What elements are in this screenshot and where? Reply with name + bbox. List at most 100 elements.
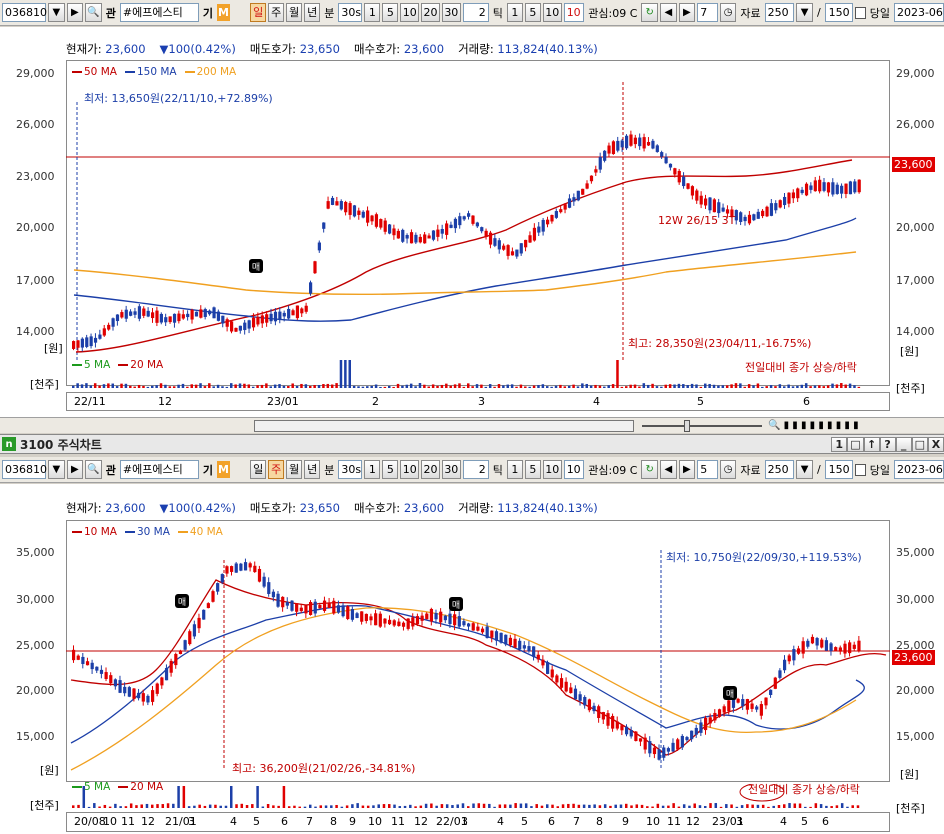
dropdown-arrow-icon[interactable]: ▼ <box>48 460 65 479</box>
date-input[interactable]: 2023-06 <box>893 460 944 479</box>
period-day-button[interactable]: 일 <box>250 460 267 479</box>
dropdown-arrow-icon[interactable]: ▼ <box>48 3 65 22</box>
window-btn-minimize[interactable]: _ <box>895 436 912 452</box>
dropdown-arrow-icon[interactable]: ▼ <box>796 460 813 479</box>
refresh-icon[interactable]: ↻ <box>641 460 658 479</box>
kwan-tab[interactable]: 관 <box>104 5 118 21</box>
min-10-button[interactable]: 10 <box>400 460 420 479</box>
date-input[interactable]: 2023-06 <box>893 3 944 22</box>
next-icon[interactable]: ▶ <box>678 460 696 479</box>
window-btn-restore[interactable]: □ <box>847 436 864 452</box>
tick-count-input[interactable]: 10 <box>563 460 585 479</box>
window-btn-maximize[interactable]: □ <box>911 436 928 452</box>
clock-icon[interactable]: ◷ <box>719 3 737 22</box>
stock-name-field[interactable]: #에프에스티 <box>119 3 199 22</box>
toolbar-top: 036810 ▼ ▶ 🔍 관 #에프에스티 기 M 일 주 월 년 분 30s … <box>0 0 944 26</box>
tick-10-button[interactable]: 10 <box>542 460 562 479</box>
period-week-button[interactable]: 주 <box>268 460 285 479</box>
total-input[interactable]: 150 <box>824 3 853 22</box>
search-icon[interactable]: 🔍 <box>85 460 102 479</box>
tick-10-button[interactable]: 10 <box>542 3 562 22</box>
tick-5-button[interactable]: 5 <box>524 3 541 22</box>
data-count-select[interactable]: 250 <box>764 460 795 479</box>
window-btn-help[interactable]: ? <box>879 436 896 452</box>
volume-bar <box>677 806 681 808</box>
volume-bar <box>462 386 466 388</box>
m-badge[interactable]: M <box>217 4 230 21</box>
volume-unit-right: [천주] <box>896 382 925 395</box>
count-input[interactable]: 7 <box>697 3 718 22</box>
volume-bar <box>588 804 591 808</box>
volume-bar <box>524 803 528 808</box>
candle <box>651 140 655 149</box>
window-title-bar[interactable]: n 3100 주식차트 1 □ ↑ ? _ □ X <box>0 434 944 454</box>
tick-input[interactable]: 2 <box>462 460 489 479</box>
volume-bar <box>431 384 435 388</box>
minute-input[interactable]: 30s <box>338 460 363 479</box>
volume-bar <box>620 386 624 388</box>
min-30-button[interactable]: 30 <box>441 460 461 479</box>
stock-name-field[interactable]: #에프에스티 <box>119 460 199 479</box>
volume-bar <box>293 805 296 808</box>
period-month-button[interactable]: 월 <box>286 460 303 479</box>
min-1-button[interactable]: 1 <box>364 3 381 22</box>
window-btn-1[interactable]: 1 <box>831 436 848 452</box>
play-icon[interactable]: ▶ <box>66 3 84 22</box>
zoom-icons[interactable]: 🔍 ▮ ▮ ▮ ▮ ▮ ▮ ▮ ▮ ▮ <box>768 420 859 431</box>
tick-input[interactable]: 2 <box>462 3 489 22</box>
volume-bar <box>550 386 553 388</box>
search-icon[interactable]: 🔍 <box>85 3 102 22</box>
period-year-button[interactable]: 년 <box>304 460 321 479</box>
kwan-tab[interactable]: 관 <box>104 462 118 478</box>
clock-icon[interactable]: ◷ <box>719 460 737 479</box>
volume-bar <box>98 806 101 808</box>
gi-tab[interactable]: 기 <box>201 462 215 478</box>
min-10-button[interactable]: 10 <box>400 3 420 22</box>
period-day-button[interactable]: 일 <box>250 3 267 22</box>
candle <box>536 654 540 660</box>
min-5-button[interactable]: 5 <box>382 460 399 479</box>
candle <box>467 213 471 217</box>
play-icon[interactable]: ▶ <box>66 460 84 479</box>
period-year-button[interactable]: 년 <box>304 3 321 22</box>
data-count-select[interactable]: 250 <box>764 3 795 22</box>
min-20-button[interactable]: 20 <box>421 460 440 479</box>
tick-1-button[interactable]: 1 <box>506 3 523 22</box>
candle <box>695 190 699 201</box>
next-icon[interactable]: ▶ <box>678 3 696 22</box>
current-price-label: 현재가: <box>66 42 102 56</box>
tick-1-button[interactable]: 1 <box>506 460 523 479</box>
volume-bar <box>778 384 782 388</box>
window-btn-close[interactable]: X <box>928 436 944 452</box>
period-month-button[interactable]: 월 <box>286 3 303 22</box>
min-30-button[interactable]: 30 <box>441 3 461 22</box>
min-20-button[interactable]: 20 <box>421 3 440 22</box>
zoom-slider[interactable] <box>642 419 762 432</box>
volume-bar <box>735 806 739 808</box>
total-input[interactable]: 150 <box>824 460 853 479</box>
today-checkbox[interactable] <box>854 6 866 19</box>
dropdown-arrow-icon[interactable]: ▼ <box>796 3 813 22</box>
volume-bar <box>743 386 746 388</box>
tick-5-button[interactable]: 5 <box>524 460 541 479</box>
prev-icon[interactable]: ◀ <box>660 460 677 479</box>
window-btn-pin[interactable]: ↑ <box>863 436 880 452</box>
min-5-button[interactable]: 5 <box>382 3 399 22</box>
scroll-thumb[interactable] <box>254 419 634 432</box>
today-checkbox[interactable] <box>854 463 866 476</box>
m-badge[interactable]: M <box>217 461 230 478</box>
candle <box>480 628 485 633</box>
stock-code-input[interactable]: 036810 <box>2 3 47 22</box>
tick-count-input[interactable]: 10 <box>563 3 585 22</box>
prev-icon[interactable]: ◀ <box>660 3 677 22</box>
period-week-button[interactable]: 주 <box>268 3 285 22</box>
count-input[interactable]: 5 <box>697 460 718 479</box>
stock-code-input[interactable]: 036810 <box>2 460 47 479</box>
min-1-button[interactable]: 1 <box>364 460 381 479</box>
chart-scrollbar[interactable]: 🔍 ▮ ▮ ▮ ▮ ▮ ▮ ▮ ▮ ▮ <box>0 417 944 433</box>
gi-tab[interactable]: 기 <box>201 5 215 21</box>
refresh-icon[interactable]: ↻ <box>641 3 658 22</box>
candle <box>594 169 598 173</box>
minute-input[interactable]: 30s <box>338 3 363 22</box>
volume-bar <box>159 383 163 388</box>
